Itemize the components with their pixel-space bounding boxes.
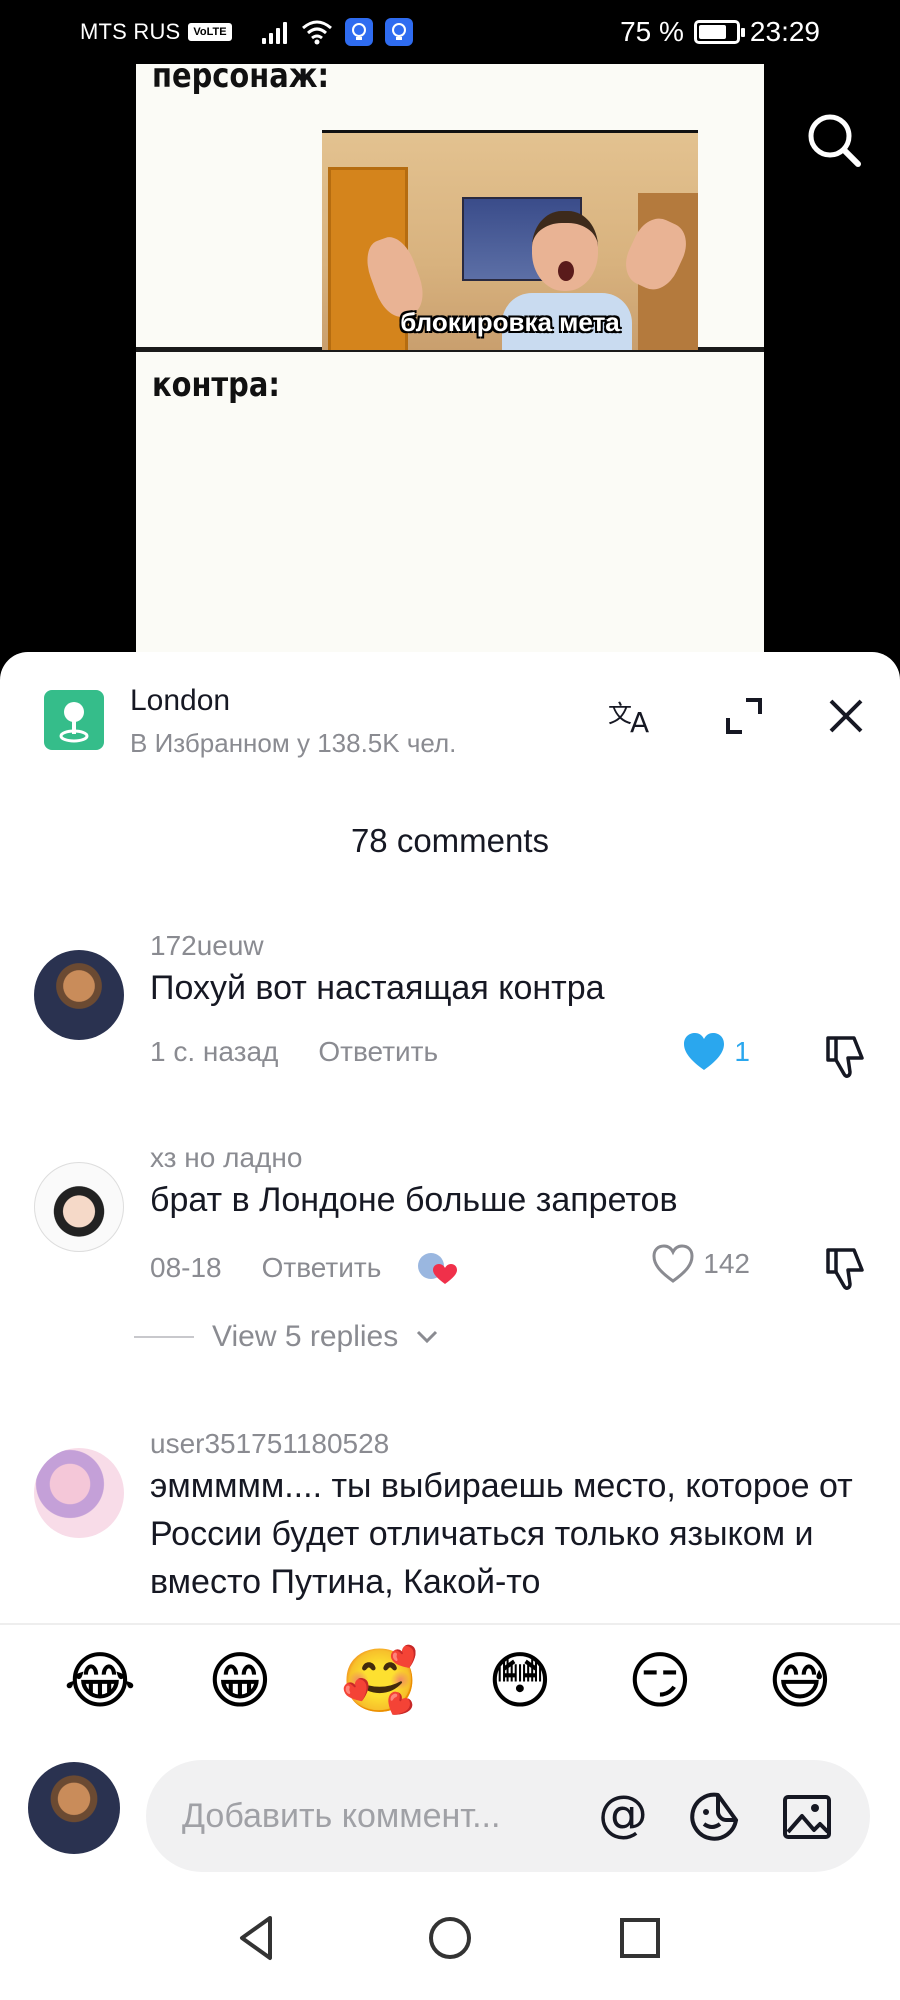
location-pin-icon[interactable]: [44, 690, 104, 750]
svg-text:@: @: [598, 1789, 648, 1843]
emoji-icon: [690, 1792, 738, 1841]
comment-username[interactable]: user351751180528: [150, 1428, 389, 1460]
expand-icon: [726, 698, 762, 734]
photo-mouth: [558, 261, 574, 281]
notification-bulb-icon: [344, 18, 373, 46]
close-icon: [829, 699, 863, 733]
place-subtitle: В Избранном у 138.5K чел.: [130, 728, 457, 758]
notification-bulb-icon-2: [384, 18, 413, 46]
volte-badge: VoLTE: [188, 23, 232, 41]
comment-composer: @: [0, 1740, 900, 1872]
emoji-picker-button[interactable]: [686, 1788, 744, 1846]
comment-input[interactable]: [182, 1760, 602, 1872]
dislike-icon[interactable]: [820, 1032, 870, 1082]
dislike-icon[interactable]: [820, 1244, 870, 1294]
image-button[interactable]: [778, 1788, 836, 1846]
svg-text:文: 文: [608, 700, 632, 728]
emoji-button[interactable]: 🥰: [335, 1651, 425, 1713]
heart-filled-icon: [684, 1033, 725, 1070]
at-sign-icon: @: [598, 1789, 648, 1843]
comment-input-box[interactable]: @: [146, 1760, 870, 1872]
status-bar: MTS RUS VoLTE 75 % 23:29: [0, 0, 900, 66]
avatar: [28, 1762, 120, 1854]
emoji-button[interactable]: 😅: [755, 1651, 845, 1713]
comments-count: 78 comments: [350, 822, 550, 859]
signal-icon: [261, 20, 287, 44]
status-right: 75 % 23:29: [620, 16, 820, 48]
emoji-button[interactable]: 😳: [475, 1651, 565, 1713]
meme-bottom-text: контра:: [152, 365, 280, 405]
screen: MTS RUS VoLTE 75 % 23:29 персонаж: блоки…: [0, 0, 900, 2000]
comment-text: эммммм.... ты выбираешь место, которое о…: [150, 1467, 853, 1601]
meme-photo: блокировка мета: [322, 130, 698, 350]
meme-panel-bottom: контра:: [136, 357, 764, 664]
comment-time: 08-18: [150, 1252, 222, 1283]
replies-divider: [134, 1336, 194, 1338]
creator-liked-icon: [418, 1253, 458, 1284]
avatar[interactable]: [34, 1448, 124, 1538]
status-left: MTS RUS VoLTE: [80, 18, 413, 46]
back-icon[interactable]: [228, 1908, 288, 1968]
like-button[interactable]: 142: [651, 1244, 750, 1284]
comment-time: 1 с. назад: [150, 1036, 279, 1067]
recents-icon[interactable]: [610, 1908, 670, 1968]
svg-text:A: A: [630, 706, 649, 736]
expand-button[interactable]: [716, 688, 772, 744]
emoji-button[interactable]: 😁: [195, 1651, 285, 1713]
view-replies-label: View 5 replies: [212, 1320, 399, 1353]
video-frame[interactable]: персонаж: блокировка мета контра:: [136, 56, 764, 664]
home-icon[interactable]: [420, 1908, 480, 1968]
close-button[interactable]: [818, 688, 874, 744]
like-button[interactable]: 1: [682, 1032, 750, 1072]
comment-text: Похуй вот настаящая контра: [150, 969, 605, 1007]
chevron-down-icon: [417, 1330, 438, 1344]
comment-username[interactable]: 172ueuw: [150, 930, 264, 962]
clock: 23:29: [749, 16, 820, 47]
carrier-name: MTS RUS: [80, 19, 181, 44]
sheet-header: London В Избранном у 138.5K чел. 文 A: [0, 652, 900, 762]
emoji-button[interactable]: 😂: [55, 1651, 145, 1713]
battery-percent: 75 %: [620, 16, 684, 47]
avatar[interactable]: [34, 950, 124, 1040]
meme-top-text: персонаж:: [152, 56, 330, 96]
emoji-quick-row: 😂 😁 🥰 😳 😏 😅: [0, 1623, 900, 1739]
comment-username[interactable]: хз но ладно: [150, 1142, 302, 1174]
meme-caption: блокировка мета: [400, 307, 620, 337]
avatar[interactable]: [34, 1162, 124, 1252]
comment-meta: 08-18 Ответить: [150, 1248, 459, 1288]
emoji-button[interactable]: 😏: [615, 1651, 705, 1713]
like-count: 1: [734, 1036, 750, 1067]
reply-button[interactable]: Ответить: [262, 1252, 382, 1284]
image-icon: [783, 1795, 831, 1839]
translate-icon: 文 A: [608, 700, 649, 736]
wifi-icon: [301, 20, 332, 45]
like-count: 142: [703, 1248, 750, 1279]
mention-button[interactable]: @: [594, 1788, 652, 1846]
search-icon[interactable]: [804, 110, 864, 170]
meme-panel-top: персонаж: блокировка мета: [136, 56, 764, 352]
comment-meta: 1 с. назад Ответить: [150, 1036, 438, 1068]
system-nav-bar: [0, 1880, 900, 2000]
place-title[interactable]: London: [130, 684, 230, 718]
reply-button[interactable]: Ответить: [318, 1036, 438, 1068]
view-replies-button[interactable]: View 5 replies: [134, 1320, 438, 1354]
heart-outline-icon: [652, 1244, 694, 1283]
comment-text: брат в Лондоне больше запретов: [150, 1181, 678, 1219]
battery-icon: [693, 20, 745, 44]
translate-button[interactable]: 文 A: [604, 688, 660, 744]
battery-fill: [698, 25, 726, 39]
